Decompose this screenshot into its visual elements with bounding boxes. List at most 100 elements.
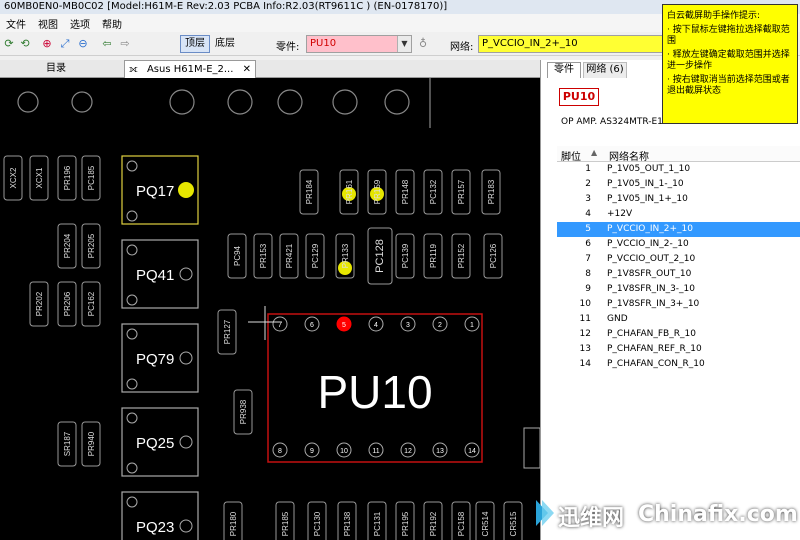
pu10-label: PU10 (317, 366, 432, 418)
refresh-icon[interactable]: ⟳ (2, 37, 16, 51)
pin-number: 9 (585, 284, 591, 294)
component-label: PR192 (429, 511, 438, 536)
menu-help[interactable]: 帮助 (96, 16, 128, 31)
pin-net-name: P_CHAFAN_REF_R_10 (607, 344, 702, 354)
watermark: 迅维网 Chinafix.com (534, 496, 800, 536)
watermark-logo-icon (536, 500, 554, 526)
pu10-pin-number: 2 (438, 322, 442, 329)
fit-icon[interactable]: ⤢ (58, 37, 72, 51)
pu10-top-pins: 7 6 5 4 3 2 1 (272, 316, 480, 332)
pin-table-row[interactable]: 3 P_1V05_IN_1+_10 (557, 192, 800, 207)
net-label: 网络: (450, 42, 474, 53)
pu10-pin-number: 13 (436, 448, 444, 455)
watermark-cn: 迅维网 (558, 506, 625, 531)
component-label: PR127 (223, 319, 232, 344)
zoom-out-icon[interactable]: ⊖ (76, 37, 90, 51)
pin-number: 13 (579, 344, 591, 354)
component-label: PR159 (373, 179, 382, 204)
highlight-pin (178, 182, 194, 198)
component-label: PR153 (259, 243, 268, 268)
pcb-canvas[interactable]: XCX2 XCX1 PR196 PC185 PR204 PR205 PR202 PR206 PC… (0, 78, 540, 540)
tab-board-file-label: Asus H61M-E_2... (146, 64, 234, 75)
top-layer-button[interactable]: 顶层 (180, 35, 210, 53)
pin-number: 14 (579, 359, 591, 369)
part-search-combo[interactable]: PU10 ▼ (306, 35, 412, 53)
pin-number: 1 (585, 164, 591, 174)
pu10-pin-number: 9 (310, 448, 314, 455)
pin-net-name: P_1V05_IN_1-_10 (607, 179, 684, 189)
bulb-icon[interactable]: ♁ (416, 37, 430, 51)
pin-table-row[interactable]: 1 P_1V05_OUT_1_10 (557, 162, 800, 177)
pin-table-row[interactable]: 13 P_CHAFAN_REF_R_10 (557, 342, 800, 357)
bottom-layer-button[interactable]: 底层 (210, 35, 240, 53)
transistor-label: PQ23 (136, 519, 174, 536)
close-icon[interactable]: ✕ (243, 61, 251, 79)
tab-board-file[interactable]: ⟗ Asus H61M-E_2... ✕ (124, 60, 256, 78)
pin-net-name: P_1V8SFR_IN_3+_10 (607, 299, 700, 309)
pu10-pin-number: 12 (404, 448, 412, 455)
component-label: PR205 (87, 233, 96, 258)
component-label: PR195 (401, 511, 410, 536)
pu10-pin-number: 8 (278, 448, 282, 455)
zoom-in-icon[interactable]: ⊕ (40, 37, 54, 51)
pin-table-row[interactable]: 4 +12V (557, 207, 800, 222)
pin-table-row[interactable]: 8 P_1V8SFR_OUT_10 (557, 267, 800, 282)
component-label: PC139 (401, 243, 410, 268)
menu-view[interactable]: 视图 (32, 16, 64, 31)
net-column-header[interactable]: 网络名称 (609, 148, 649, 163)
pin-pad (179, 351, 193, 365)
pu10-pin-number: 7 (278, 322, 282, 329)
pin-table-header: 脚位 ▲ 网络名称 (557, 146, 800, 163)
transistor-label: PQ17 (136, 183, 174, 200)
pu10-pin-number: 14 (468, 448, 476, 455)
hint-item: · 按右键取消当前选择范围或者退出截屏状态 (667, 75, 790, 96)
hint-item: · 按下鼠标左键拖拉选择截取范围 (667, 25, 790, 46)
component-label: PR204 (63, 233, 72, 258)
component-label: CR515 (509, 511, 518, 536)
pin-table-row[interactable]: 14 P_CHAFAN_CON_R_10 (557, 357, 800, 372)
pin-pad (126, 496, 138, 508)
pu10-pin-number: 1 (470, 322, 474, 329)
net-search-field[interactable]: P_VCCIO_IN_2+_10 (478, 35, 666, 53)
back-arrow-icon[interactable]: ⇦ (100, 37, 114, 51)
menu-options[interactable]: 选项 (64, 16, 96, 31)
pin-pad (179, 267, 193, 281)
component-label: PR185 (281, 511, 290, 536)
forward-arrow-icon[interactable]: ⇨ (118, 37, 132, 51)
hint-title: 白云截屏助手操作提示: (667, 11, 761, 21)
pcb-drawing: XCX2 XCX1 PR196 PC185 PR204 PR205 PR202 PR206 PC… (3, 78, 540, 540)
pin-table-row[interactable]: 7 P_VCCIO_OUT_2_10 (557, 252, 800, 267)
menu-file[interactable]: 文件 (0, 16, 32, 31)
pin-column-header[interactable]: 脚位 (561, 148, 581, 163)
pu10-pin-number: 6 (310, 322, 314, 329)
hint-item: · 释放左键确定截取范围并选择进一步操作 (667, 50, 790, 71)
pin-pad (179, 435, 193, 449)
component-label: PC94 (233, 245, 242, 266)
pin-table-row[interactable]: 9 P_1V8SFR_IN_3-_10 (557, 282, 800, 297)
pin-net-name: GND (607, 314, 628, 324)
pin-table-row[interactable]: 11 GND (557, 312, 800, 327)
pin-pad (126, 160, 138, 172)
pin-table-row[interactable]: 2 P_1V05_IN_1-_10 (557, 177, 800, 192)
tab-part[interactable]: 零件 (547, 62, 581, 78)
tab-directory[interactable]: 目录 (0, 60, 112, 78)
pin-table-row[interactable]: 6 P_VCCIO_IN_2-_10 (557, 237, 800, 252)
pin-table: 脚位 ▲ 网络名称 1 P_1V05_OUT_1_10 2 P_1V05_IN_1-_… (557, 146, 800, 372)
component-label: PC158 (457, 511, 466, 536)
pin-table-row[interactable]: 12 P_CHAFAN_FB_R_10 (557, 327, 800, 342)
sort-up-icon[interactable]: ▲ (591, 148, 597, 157)
component-label: PR940 (87, 431, 96, 456)
component-label: PR206 (63, 291, 72, 316)
pin-net-name: P_1V05_IN_1+_10 (607, 194, 688, 204)
pin-table-row[interactable]: 10 P_1V8SFR_IN_3+_10 (557, 297, 800, 312)
pin-table-row[interactable]: 5 P_VCCIO_IN_2+_10 (557, 222, 800, 237)
tab-net[interactable]: 网络 (6) (583, 62, 627, 78)
pin-number: 10 (579, 299, 591, 309)
rotate-icon[interactable]: ⟲ (18, 37, 32, 51)
pin-pad (126, 412, 138, 424)
component-label: PC132 (429, 179, 438, 204)
chevron-down-icon[interactable]: ▼ (397, 36, 411, 52)
crosshair-cursor (248, 306, 282, 340)
component-label: PC129 (311, 243, 320, 268)
pin-number: 5 (585, 224, 591, 234)
